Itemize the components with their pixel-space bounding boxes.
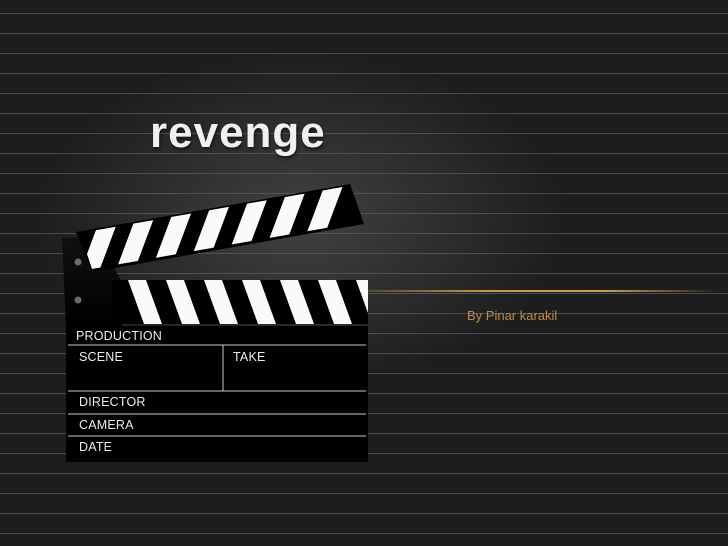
production-label: PRODUCTION xyxy=(76,329,163,343)
scene-label: SCENE xyxy=(79,350,124,364)
hinge-rivet-icon xyxy=(74,296,82,304)
clapper-top-arm xyxy=(76,184,364,272)
hinge-rivet-icon xyxy=(74,258,82,266)
slide: revenge By Pinar karakil PRODUCTION SCEN… xyxy=(0,0,728,546)
director-label: DIRECTOR xyxy=(79,395,146,409)
date-label: DATE xyxy=(79,440,113,454)
camera-label: CAMERA xyxy=(79,418,134,432)
clapper-bottom-arm xyxy=(112,280,368,324)
take-label: TAKE xyxy=(233,350,266,364)
clapperboard-image xyxy=(62,184,368,462)
